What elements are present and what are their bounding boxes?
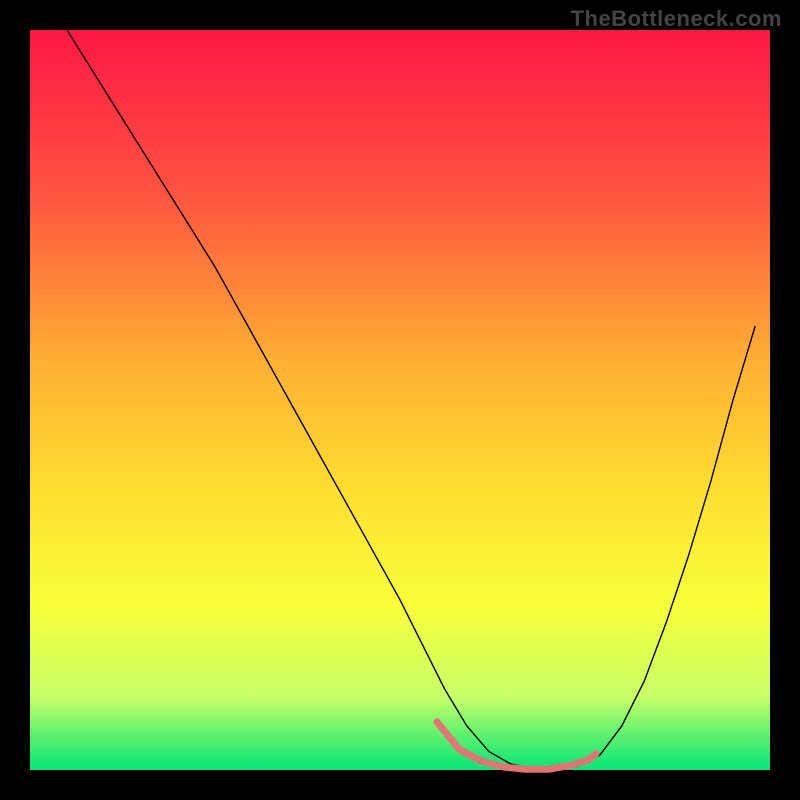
bottleneck-chart: [0, 0, 800, 800]
watermark-text: TheBottleneck.com: [571, 6, 782, 32]
plot-background: [30, 30, 770, 770]
